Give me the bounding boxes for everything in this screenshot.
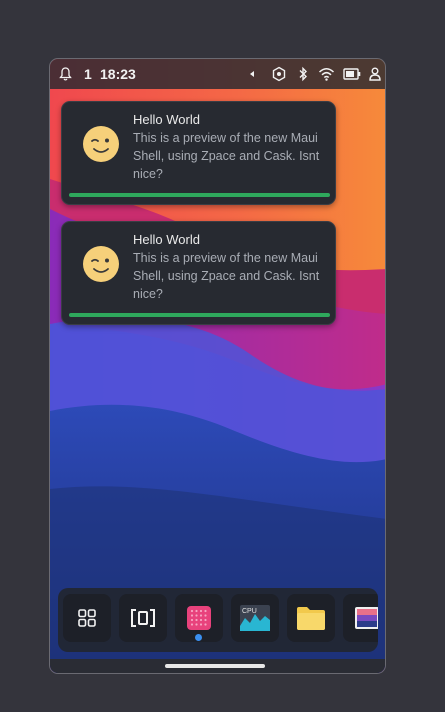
notification-card[interactable]: Hello World This is a preview of the new… bbox=[61, 221, 336, 325]
battery-icon[interactable] bbox=[343, 66, 361, 82]
arrow-left-icon[interactable] bbox=[247, 66, 257, 82]
bell-icon[interactable] bbox=[59, 67, 72, 81]
phone-screen: 1 18:23 Hello World This is a preview of… bbox=[49, 58, 386, 674]
status-bar: 1 18:23 bbox=[50, 59, 385, 89]
dock-item-image-viewer[interactable] bbox=[343, 594, 378, 642]
image-icon bbox=[355, 607, 378, 629]
notification-count: 1 bbox=[84, 66, 92, 82]
grid-icon bbox=[78, 609, 96, 627]
dock: CPU bbox=[58, 588, 378, 652]
brackets-icon bbox=[131, 609, 155, 627]
dock-item-app-grid[interactable] bbox=[63, 594, 111, 642]
user-icon[interactable] bbox=[369, 66, 381, 82]
hexagon-icon[interactable] bbox=[271, 66, 287, 82]
dock-item-files[interactable] bbox=[287, 594, 335, 642]
wifi-icon[interactable] bbox=[318, 66, 335, 82]
running-indicator bbox=[195, 634, 202, 641]
bluetooth-icon[interactable] bbox=[297, 66, 309, 82]
notification-title: Hello World bbox=[133, 112, 200, 127]
pink-app-icon bbox=[187, 606, 211, 630]
wink-emoji-icon bbox=[83, 126, 119, 162]
notification-progress-bar bbox=[69, 313, 330, 317]
notification-card[interactable]: Hello World This is a preview of the new… bbox=[61, 101, 336, 205]
cpu-monitor-icon: CPU bbox=[240, 605, 270, 631]
notification-title: Hello World bbox=[133, 232, 200, 247]
dock-item-overview[interactable] bbox=[119, 594, 167, 642]
notification-body: This is a preview of the new Maui Shell,… bbox=[133, 251, 320, 301]
clock-time[interactable]: 18:23 bbox=[100, 66, 136, 82]
notification-body: This is a preview of the new Maui Shell,… bbox=[133, 131, 320, 181]
bottom-bar bbox=[50, 659, 385, 673]
cpu-label: CPU bbox=[242, 608, 257, 615]
wink-emoji-icon bbox=[83, 246, 119, 282]
folder-icon bbox=[297, 607, 325, 630]
home-indicator[interactable] bbox=[165, 664, 265, 668]
notification-progress-bar bbox=[69, 193, 330, 197]
dock-item-system-monitor[interactable]: CPU bbox=[231, 594, 279, 642]
